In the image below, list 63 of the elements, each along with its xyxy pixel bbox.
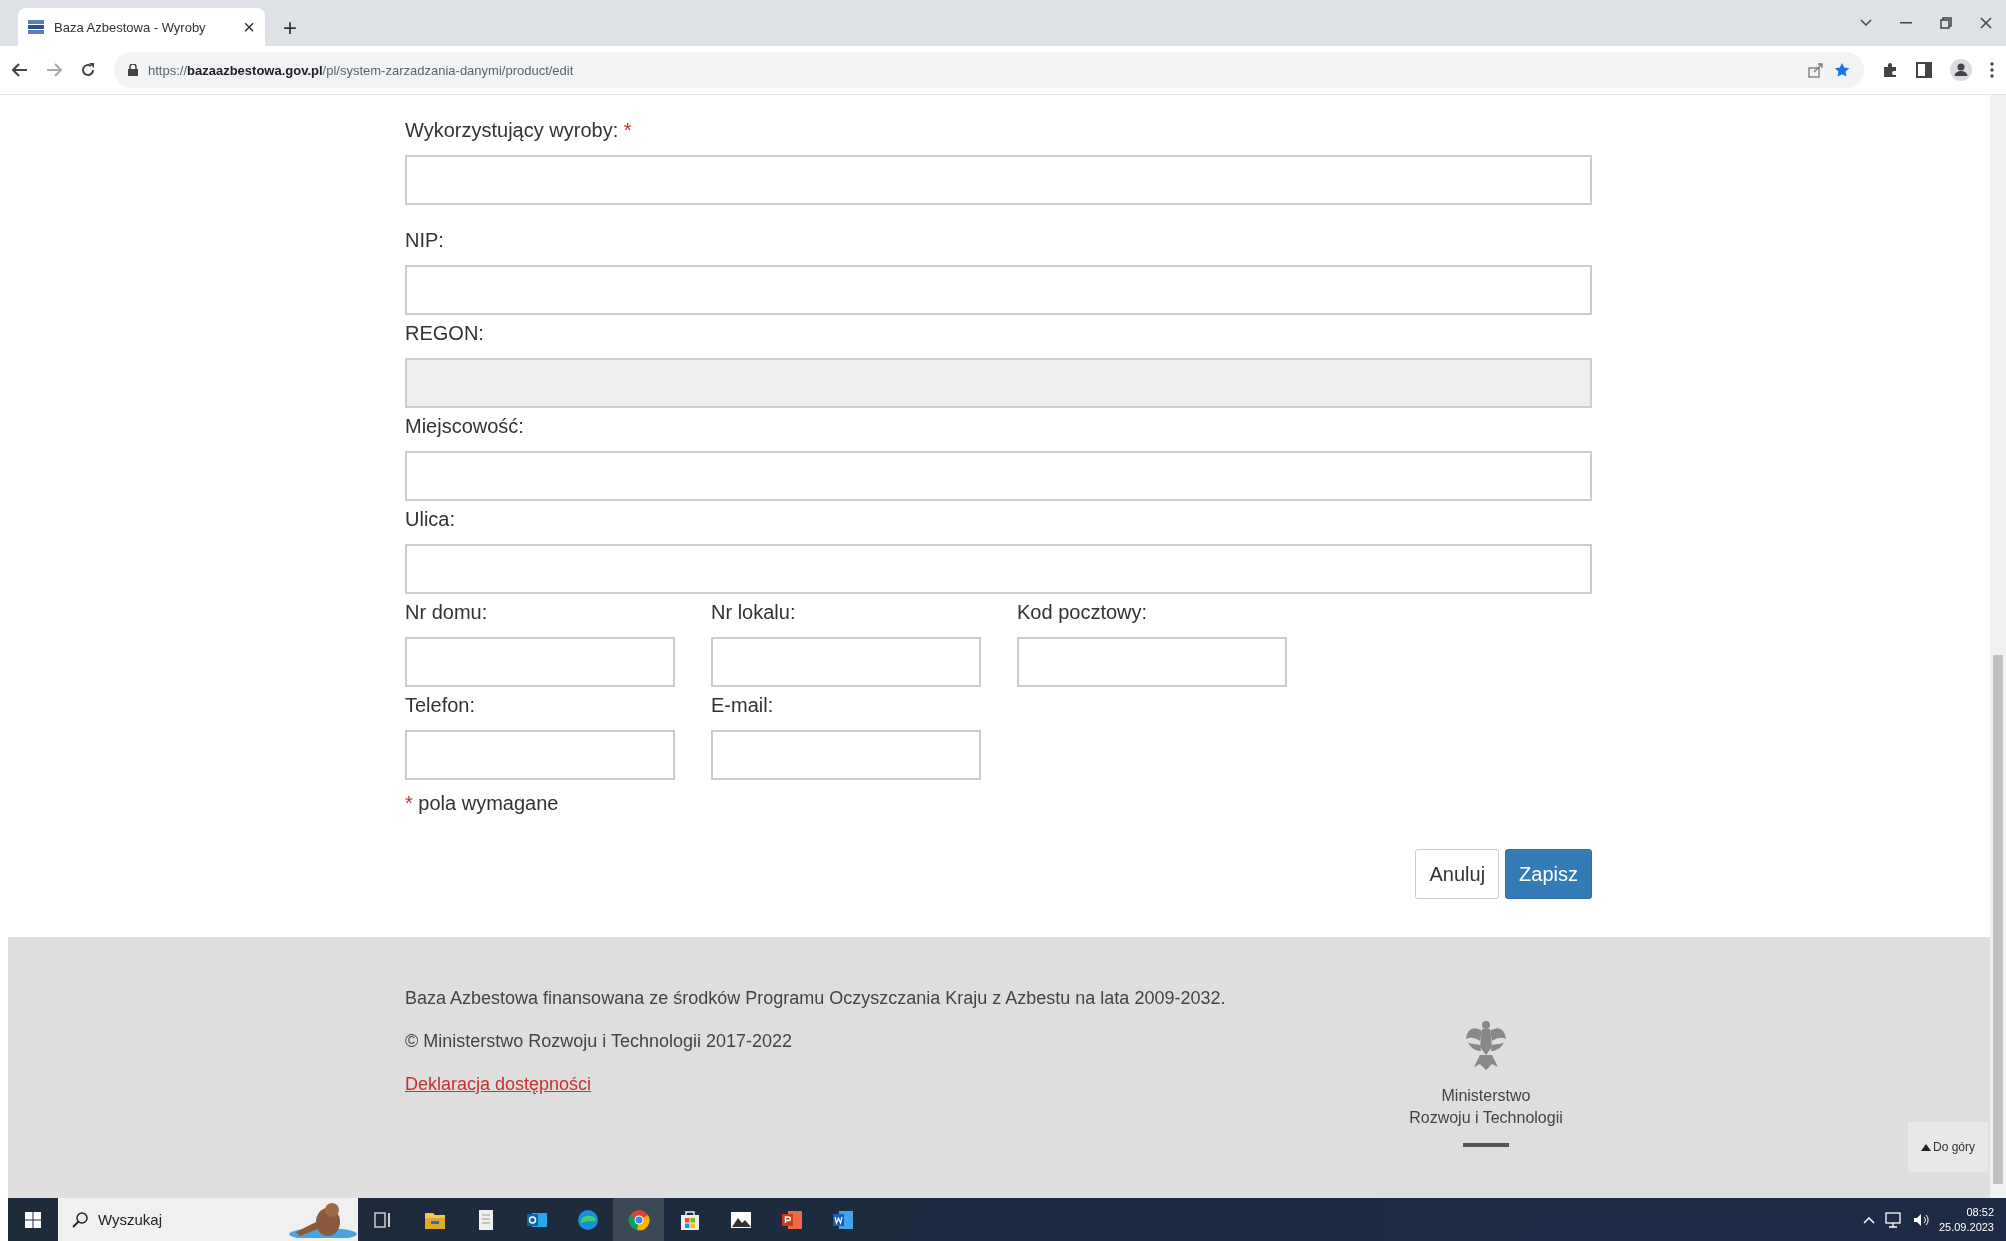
address-bar[interactable]: https://bazaazbestowa.gov.pl/pl/system-zarzadzania-danymi/product/edit — [114, 52, 1864, 88]
more-menu-icon[interactable] — [1990, 62, 1994, 78]
input-field[interactable] — [405, 544, 1592, 594]
input-field[interactable] — [711, 730, 981, 780]
back-to-top-button[interactable]: Do góry — [1908, 1122, 1988, 1172]
bookmark-star-icon[interactable] — [1834, 62, 1850, 78]
input-field[interactable] — [1017, 637, 1287, 687]
windows-logo-icon — [25, 1211, 41, 1228]
browser-icon — [627, 1208, 650, 1231]
browser-icon — [576, 1208, 599, 1231]
tab-title: Baza Azbestowa - Wyroby — [54, 19, 207, 35]
network-icon[interactable] — [1884, 1211, 1903, 1228]
chevron-up-icon[interactable] — [1862, 1215, 1875, 1224]
close-icon[interactable] — [1980, 17, 1992, 29]
puzzle-piece-icon[interactable] — [1882, 62, 1898, 78]
field-label: Ulica: — [405, 507, 456, 532]
share-icon[interactable] — [1808, 62, 1824, 78]
clock-date[interactable]: 25.09.2023 — [1938, 1219, 1994, 1235]
search-placeholder: Wyszukaj — [98, 1211, 164, 1228]
save-button[interactable]: Zapisz — [1505, 849, 1592, 899]
field-label: Wykorzystujący wyroby: * — [405, 118, 633, 143]
presentation-app-icon — [780, 1208, 803, 1231]
input-field[interactable] — [405, 451, 1592, 501]
cancel-button[interactable]: Anuluj — [1415, 849, 1500, 899]
site-favicon-icon — [28, 20, 44, 34]
input-field[interactable] — [711, 637, 981, 687]
footer-text: Baza Azbestowa finansowana ze środków Programu Oczyszczania Kraju z Azbestu na lata 2009-2032. — [405, 987, 1226, 1010]
field-label: Miejscowość: — [405, 414, 525, 439]
field-label: E-mail: — [711, 693, 775, 718]
field-label: Kod pocztowy: — [1017, 600, 1149, 625]
input-field[interactable] — [405, 730, 675, 780]
accessibility-link[interactable]: Deklaracja dostępności — [405, 1073, 592, 1096]
field-label: Nr lokalu: — [711, 600, 797, 625]
back-arrow-icon[interactable] — [12, 63, 28, 77]
input-field[interactable] — [405, 265, 1592, 315]
minimize-icon[interactable] — [1900, 22, 1912, 24]
required-note: * pola wymagane — [405, 792, 560, 815]
new-tab-button[interactable]: + — [277, 14, 303, 42]
store-bag-icon — [678, 1208, 701, 1231]
reload-icon[interactable] — [80, 62, 96, 78]
document-app-icon — [831, 1208, 854, 1231]
dropdown-chevron-icon[interactable] — [1860, 19, 1872, 27]
ministry-name: Ministerstwo Rozwoju i Technologii — [1409, 1086, 1563, 1128]
url-text: https://bazaazbestowa.gov.pl/pl/system-zarzadzania-danymi/product/edit — [148, 62, 575, 78]
field-label: Telefon: — [405, 693, 477, 718]
field-label: REGON: — [405, 321, 485, 346]
field-label: NIP: — [405, 228, 445, 253]
clock-time[interactable]: 08:52 — [1966, 1204, 1994, 1220]
browser-tab[interactable]: Baza Azbestowa - Wyroby × — [18, 8, 265, 46]
scrollbar[interactable] — [1990, 95, 2006, 1198]
tab-close-button[interactable]: × — [243, 15, 255, 39]
input-field[interactable] — [405, 637, 675, 687]
field-label: Nr domu: — [405, 600, 489, 625]
footer-text: © Ministerstwo Rozwoju i Technologii 2017-2022 — [405, 1030, 794, 1053]
side-panel-icon[interactable] — [1916, 62, 1932, 78]
input-field[interactable] — [405, 155, 1592, 205]
taskbar-search-field[interactable]: Wyszukaj — [58, 1198, 358, 1241]
profile-avatar-icon[interactable] — [1950, 59, 1972, 81]
triangle-up-icon — [1921, 1143, 1931, 1151]
speaker-icon[interactable] — [1912, 1212, 1929, 1227]
restore-icon[interactable] — [1940, 17, 1952, 29]
lock-icon — [128, 64, 138, 76]
search-icon — [72, 1211, 88, 1228]
